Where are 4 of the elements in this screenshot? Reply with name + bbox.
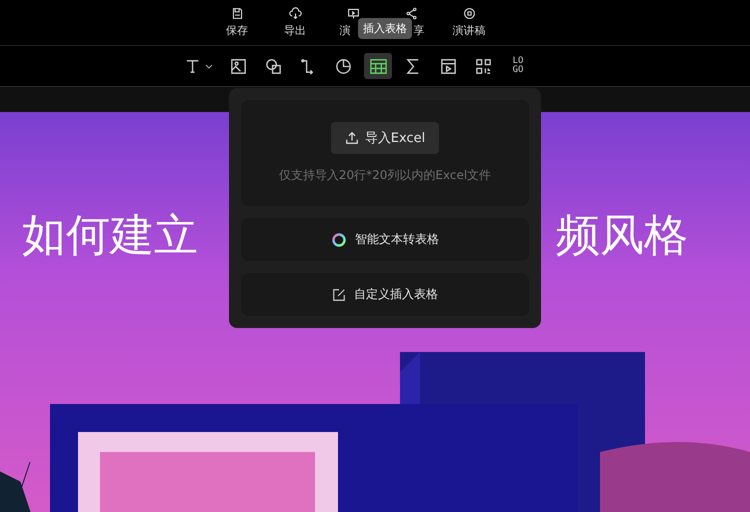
import-hint: 仅支持导入20行*20列以内的Excel文件: [278, 167, 492, 184]
slide-title: 频风格: [556, 210, 688, 263]
tooltip: 插入表格: [358, 18, 412, 39]
slide-title: 如何建立: [22, 210, 198, 263]
